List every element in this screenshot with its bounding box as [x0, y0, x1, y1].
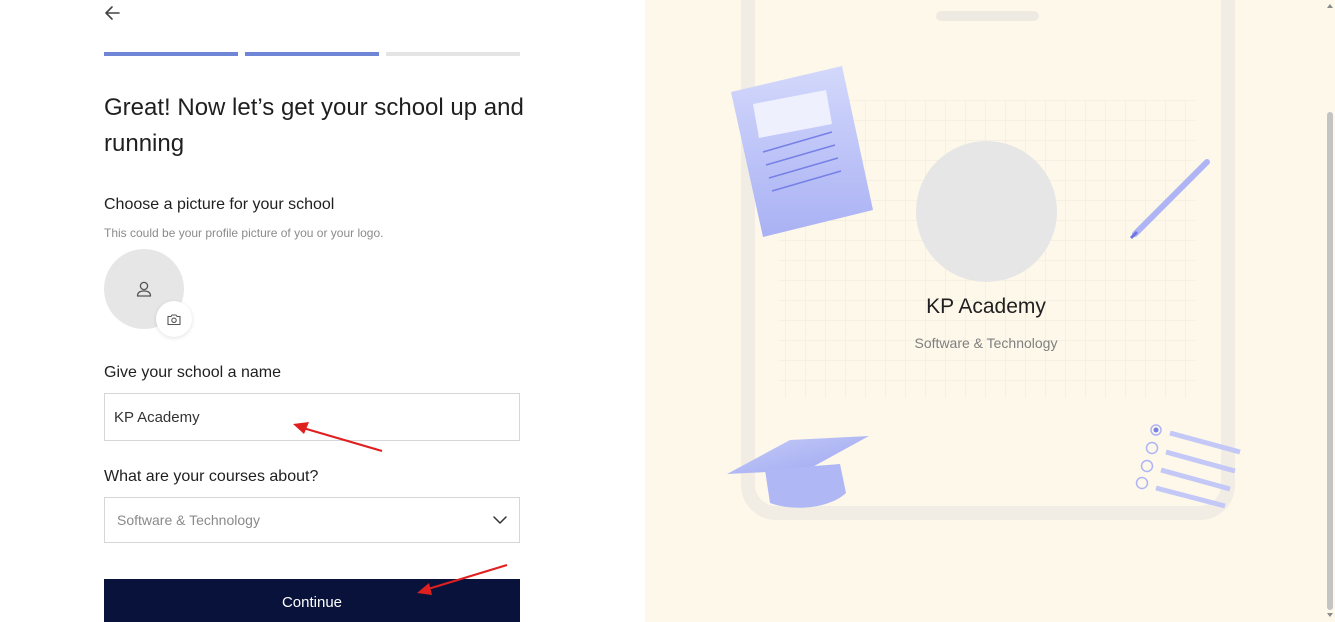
preview-category: Software & Technology — [914, 335, 1058, 351]
page-scrollbar[interactable] — [1325, 0, 1335, 622]
courses-topic-selected: Software & Technology — [117, 512, 260, 528]
upload-picture-button[interactable] — [156, 301, 192, 337]
courses-topic-select[interactable]: Software & Technology — [104, 497, 520, 543]
courses-topic-label: What are your courses about? — [104, 468, 319, 485]
school-preview-panel: KP Academy Software & Technology — [645, 0, 1335, 622]
step-progress-bar — [104, 52, 520, 56]
picture-hint: This could be your profile picture of yo… — [104, 226, 384, 240]
school-name-label: Give your school a name — [104, 364, 281, 381]
camera-icon — [167, 313, 181, 325]
preview-school-name: KP Academy — [926, 295, 1046, 318]
setup-form-panel: Great! Now let’s get your school up and … — [0, 0, 645, 622]
arrow-left-icon — [105, 6, 120, 20]
progress-step-3 — [386, 52, 520, 56]
scrollbar-track — [1327, 4, 1333, 617]
continue-button[interactable]: Continue — [104, 579, 520, 622]
back-button[interactable] — [102, 3, 124, 23]
school-name-input[interactable] — [104, 393, 520, 441]
progress-step-2 — [245, 52, 379, 56]
preview-logo-placeholder — [916, 141, 1057, 282]
page-title: Great! Now let’s get your school up and … — [104, 94, 524, 157]
user-icon — [136, 281, 152, 297]
progress-step-1 — [104, 52, 238, 56]
chevron-down-icon — [493, 516, 507, 524]
picture-label: Choose a picture for your school — [104, 196, 335, 213]
